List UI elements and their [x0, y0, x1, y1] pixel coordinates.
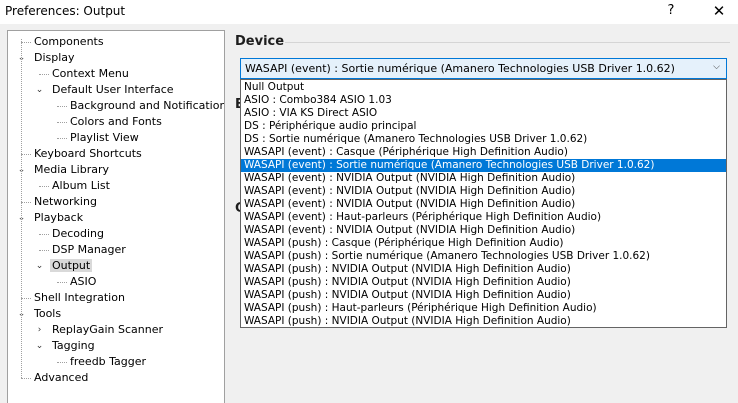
device-option[interactable]: WASAPI (push) : NVIDIA Output (NVIDIA Hi… [241, 276, 726, 289]
tree-connector [21, 378, 31, 379]
tree-item-label: ASIO [70, 275, 97, 288]
chevron-down-icon[interactable]: ⌵ [713, 62, 720, 72]
tree-connector [39, 250, 49, 251]
tree-item-label: Colors and Fonts [70, 115, 162, 128]
tree-item-advanced[interactable]: Advanced [32, 370, 90, 386]
tree-connector [57, 122, 67, 123]
tree-item-decoding[interactable]: Decoding [50, 226, 106, 242]
title-bar: Preferences: Output ? ✕ [0, 0, 738, 24]
tree-item-display[interactable]: Display [32, 50, 77, 66]
tree-item-components[interactable]: Components [32, 34, 106, 50]
tree-item-keyboard-shortcuts[interactable]: Keyboard Shortcuts [32, 146, 144, 162]
tree-item-label: DSP Manager [52, 243, 126, 256]
device-option[interactable]: ASIO : VIA KS Direct ASIO [241, 107, 726, 120]
device-option[interactable]: WASAPI (event) : Sortie numérique (Amane… [241, 159, 726, 172]
chevron-down-icon[interactable]: ⌄ [35, 258, 44, 274]
tree-item-default-user-interface[interactable]: Default User Interface [50, 82, 176, 98]
device-combobox[interactable]: WASAPI (event) : Sortie numérique (Amane… [240, 58, 727, 79]
tree-connector [39, 186, 49, 187]
tree-item-label: Background and Notifications [70, 99, 225, 112]
tree-item-label: Playback [34, 211, 84, 224]
close-button[interactable]: ✕ [700, 0, 738, 24]
tree-item-label: Display [34, 51, 75, 64]
tree-connector [21, 298, 31, 299]
tree-item-label: Playlist View [70, 131, 139, 144]
tree-item-context-menu[interactable]: Context Menu [50, 66, 131, 82]
tree-connector [57, 138, 67, 139]
device-option[interactable]: WASAPI (event) : Casque (Périphérique Hi… [241, 146, 726, 159]
device-option[interactable]: WASAPI (push) : Sortie numérique (Amaner… [241, 250, 726, 263]
tree-item-asio[interactable]: ASIO [68, 274, 98, 290]
tree-item-label: Networking [34, 195, 97, 208]
tree-item-label: Keyboard Shortcuts [34, 147, 142, 160]
chevron-down-icon[interactable]: ⌄ [35, 338, 44, 354]
tree-item-tagging[interactable]: Tagging [50, 338, 97, 354]
device-option[interactable]: WASAPI (push) : Haut-parleurs (Périphéri… [241, 302, 726, 315]
tree-item-album-list[interactable]: Album List [50, 178, 112, 194]
preferences-tree[interactable]: Components Display ⌄ Context Menu Default Us… [7, 30, 225, 403]
tree-item-label: Shell Integration [34, 291, 125, 304]
tree-item-label: Tools [34, 307, 62, 320]
tree-item-label: Output [50, 259, 93, 272]
tree-item-label: Media Library [34, 163, 109, 176]
tree-item-label: freedb Tagger [70, 355, 147, 368]
tree-item-dsp-manager[interactable]: DSP Manager [50, 242, 128, 258]
chevron-right-icon[interactable]: › [35, 322, 44, 338]
device-option[interactable]: Null Output [241, 81, 726, 94]
tree-item-playlist-view[interactable]: Playlist View [68, 130, 141, 146]
device-option[interactable]: WASAPI (push) : NVIDIA Output (NVIDIA Hi… [241, 263, 726, 276]
tree-item-playback[interactable]: Playback [32, 210, 85, 226]
tree-item-media-library[interactable]: Media Library [32, 162, 111, 178]
device-dropdown-list[interactable]: Null Output ASIO : Combo384 ASIO 1.03 ASIO… [240, 79, 727, 328]
tree-item-label: Default User Interface [52, 83, 174, 96]
tree-connector [21, 42, 31, 43]
tree-item-background-and-notifications[interactable]: Background and Notifications [68, 98, 225, 114]
device-option[interactable]: WASAPI (event) : NVIDIA Output (NVIDIA H… [241, 224, 726, 237]
device-option[interactable]: WASAPI (push) : Casque (Périphérique Hig… [241, 237, 726, 250]
device-option[interactable]: DS : Sortie numérique (Amanero Technolog… [241, 133, 726, 146]
tree-item-label: Decoding [52, 227, 105, 240]
window-title: Preferences: Output [5, 4, 126, 18]
tree-connector [21, 154, 31, 155]
tree-connector [39, 74, 49, 75]
section-divider [285, 42, 730, 43]
tree-item-replaygain-scanner[interactable]: ReplayGain Scanner [50, 322, 165, 338]
tree-connector [57, 362, 67, 363]
tree-item-label: Tagging [52, 339, 95, 352]
tree-item-label: ReplayGain Scanner [52, 323, 163, 336]
chevron-down-icon[interactable]: ⌄ [35, 82, 44, 98]
tree-connector [39, 234, 49, 235]
tree-item-label: Album List [52, 179, 110, 192]
device-section-title: Device [235, 34, 285, 49]
device-option[interactable]: WASAPI (push) : NVIDIA Output (NVIDIA Hi… [241, 315, 726, 327]
device-combobox-value: WASAPI (event) : Sortie numérique (Amane… [245, 62, 675, 75]
tree-item-networking[interactable]: Networking [32, 194, 99, 210]
tree-guide-line [21, 39, 22, 378]
tree-item-tools[interactable]: Tools [32, 306, 63, 322]
tree-item-output[interactable]: Output [50, 258, 93, 274]
device-option[interactable]: WASAPI (push) : NVIDIA Output (NVIDIA Hi… [241, 289, 726, 302]
tree-item-label: Components [34, 35, 104, 48]
device-option[interactable]: WASAPI (event) : NVIDIA Output (NVIDIA H… [241, 198, 726, 211]
tree-item-colors-and-fonts[interactable]: Colors and Fonts [68, 114, 164, 130]
device-option[interactable]: WASAPI (event) : Haut-parleurs (Périphér… [241, 211, 726, 224]
tree-item-label: Advanced [34, 371, 89, 384]
device-option[interactable]: ASIO : Combo384 ASIO 1.03 [241, 94, 726, 107]
tree-item-shell-integration[interactable]: Shell Integration [32, 290, 127, 306]
tree-connector [21, 202, 31, 203]
tree-item-freedb-tagger[interactable]: freedb Tagger [68, 354, 148, 370]
device-option[interactable]: DS : Périphérique audio principal [241, 120, 726, 133]
device-option[interactable]: WASAPI (event) : NVIDIA Output (NVIDIA H… [241, 185, 726, 198]
tree-connector [57, 106, 67, 107]
tree-item-label: Context Menu [52, 67, 129, 80]
tree-connector [57, 282, 67, 283]
help-button[interactable]: ? [652, 0, 690, 24]
device-option[interactable]: WASAPI (event) : NVIDIA Output (NVIDIA H… [241, 172, 726, 185]
